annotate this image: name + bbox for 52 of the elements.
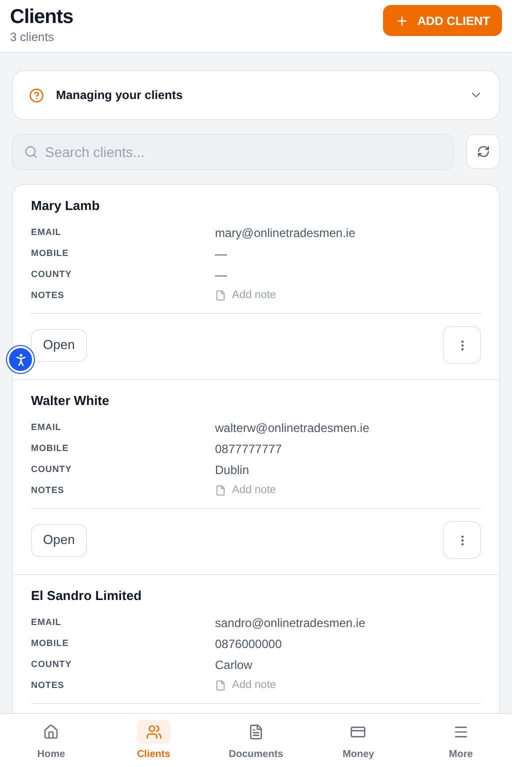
add-note-link[interactable]: Add note (215, 677, 276, 694)
field-value: sandro@onlinetradesmen.ie (215, 614, 366, 632)
field-label: COUNTY (31, 658, 73, 671)
field-label: EMAIL (31, 420, 62, 434)
search-icon (24, 145, 38, 159)
field-label: EMAIL (31, 226, 62, 239)
field-label: COUNTY (31, 268, 73, 281)
field-label: MOBILE (31, 246, 70, 260)
field-value: Carlow (215, 656, 252, 674)
client-name: Mary Lamb (31, 197, 101, 215)
menu-icon (452, 724, 469, 740)
add-client-button[interactable]: ADD CLIENT (383, 5, 502, 36)
page-title: Clients (10, 5, 74, 29)
field-label: EMAIL (31, 616, 62, 629)
field-label: COUNTY (31, 462, 73, 476)
field-value: — (215, 246, 227, 262)
card-icon (350, 724, 366, 740)
client-count: 3 clients (10, 29, 56, 45)
note-icon (215, 680, 226, 691)
refresh-button[interactable] (466, 134, 500, 169)
field-label: MOBILE (31, 442, 70, 455)
nav-tab[interactable]: Documents (204, 714, 308, 767)
house-icon (43, 724, 60, 740)
field-value: walterw@onlinetradesmen.ie (215, 420, 370, 436)
nav-tab[interactable]: Money (307, 714, 410, 767)
add-note-link[interactable]: Add note (215, 287, 276, 304)
document-icon (248, 724, 264, 740)
help-accordion[interactable]: Managing your clients (12, 70, 500, 120)
nav-tab[interactable]: Clients (102, 714, 205, 767)
plus-icon (395, 14, 410, 28)
field-value: 0877777777 (215, 440, 282, 458)
field-label: NOTES (31, 678, 66, 692)
field-label: NOTES (31, 484, 66, 497)
field-value: — (215, 266, 227, 284)
note-icon (215, 485, 226, 496)
field-value: mary@onlinetradesmen.ie (215, 224, 356, 242)
nav-tab[interactable]: More (410, 714, 512, 767)
nav-tab[interactable]: Home (0, 714, 102, 767)
field-label: NOTES (31, 288, 66, 302)
field-value: Dublin (215, 462, 250, 478)
note-icon (215, 290, 226, 301)
refresh-icon (476, 145, 490, 158)
accessibility-button[interactable] (7, 346, 34, 373)
client-name: Walter White (31, 392, 110, 410)
search-field[interactable]: Search clients... (12, 134, 454, 170)
add-note-link[interactable]: Add note (215, 482, 276, 499)
field-value: 0876000000 (215, 636, 282, 652)
help-icon (29, 88, 44, 102)
field-label: MOBILE (31, 636, 70, 650)
open-button[interactable]: Open (31, 524, 87, 556)
users-icon (146, 724, 162, 740)
client-name: El Sandro Limited (31, 587, 143, 605)
